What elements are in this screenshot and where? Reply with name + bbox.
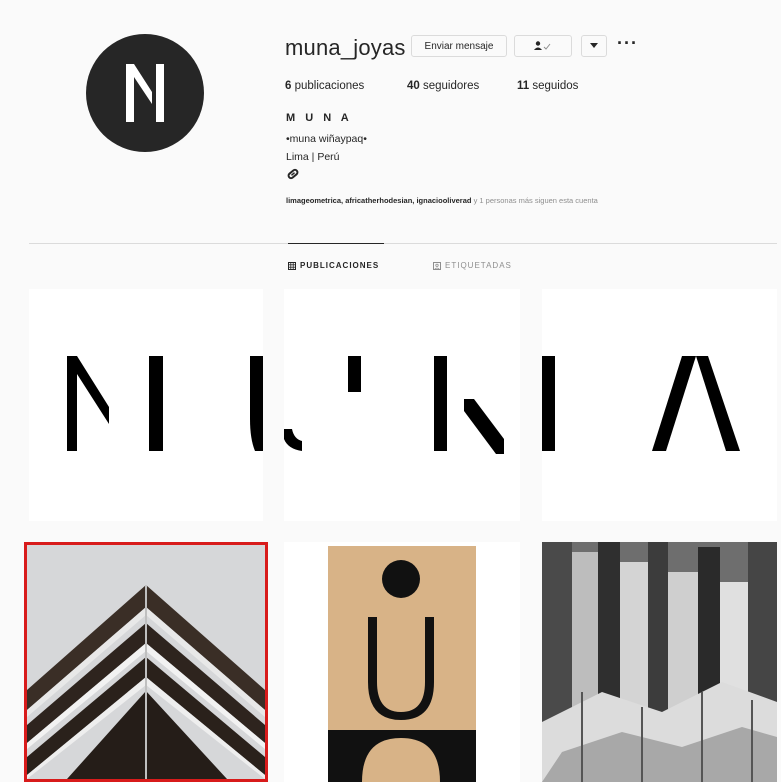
suggestions-dropdown-button[interactable]	[581, 35, 607, 57]
more-options-button[interactable]: ···	[617, 34, 638, 52]
bio-link[interactable]	[286, 167, 300, 186]
post-tile[interactable]	[542, 289, 777, 521]
posts-label: publicaciones	[294, 80, 365, 92]
post-tile-selected[interactable]	[24, 542, 268, 782]
following-stat[interactable]: 11 seguidos	[517, 80, 578, 92]
post-image-m-letter	[67, 356, 263, 451]
paperclip-icon	[287, 168, 299, 180]
post-image-basalt-columns	[542, 542, 777, 782]
posts-count: 6	[285, 80, 292, 92]
tab-publicaciones-label: PUBLICACIONES	[300, 261, 380, 270]
profile-full-name: M U N A	[286, 112, 353, 124]
following-count: 11	[517, 80, 530, 92]
bio-line-2: Lima | Perú	[286, 151, 340, 163]
post-image-u-n-letters	[284, 356, 504, 454]
followed-by[interactable]: limageometrica, africatherhodesian, igna…	[286, 196, 598, 205]
profile-avatar[interactable]	[86, 34, 204, 152]
followers-stat[interactable]: 40 seguidores	[407, 80, 479, 92]
send-message-button[interactable]: Enviar mensaje	[411, 35, 507, 57]
profile-divider	[29, 243, 777, 244]
post-image-architecture	[27, 545, 265, 779]
post-tile[interactable]	[284, 542, 520, 782]
following-status-button[interactable]	[514, 35, 572, 57]
tab-etiquetadas-label: ETIQUETADAS	[445, 261, 512, 270]
chevron-down-icon	[590, 43, 598, 48]
followers-label: seguidores	[423, 80, 480, 92]
post-image-a-letter	[542, 356, 740, 451]
tag-icon	[433, 261, 441, 270]
following-label: seguidos	[532, 80, 579, 92]
followers-count: 40	[407, 80, 420, 92]
tab-publicaciones[interactable]: PUBLICACIONES	[288, 261, 379, 270]
grid-icon	[288, 261, 296, 270]
post-tile[interactable]	[284, 289, 520, 521]
post-image-poster	[328, 546, 476, 782]
post-tile[interactable]	[29, 289, 263, 521]
post-tile[interactable]	[542, 542, 777, 782]
muna-logo-icon	[126, 64, 164, 122]
followed-by-suffix: y 1 personas más siguen esta cuenta	[473, 196, 598, 205]
followed-by-names: limageometrica, africatherhodesian, igna…	[286, 196, 472, 205]
ellipsis-icon: ···	[617, 33, 638, 53]
active-tab-indicator	[288, 243, 384, 244]
tab-etiquetadas[interactable]: ETIQUETADAS	[433, 261, 512, 270]
posts-stat: 6 publicaciones	[285, 80, 364, 92]
bio-line-1: •muna wiñaypaq•	[286, 133, 367, 145]
profile-username: muna_joyas	[285, 35, 406, 60]
user-check-icon	[534, 41, 551, 50]
